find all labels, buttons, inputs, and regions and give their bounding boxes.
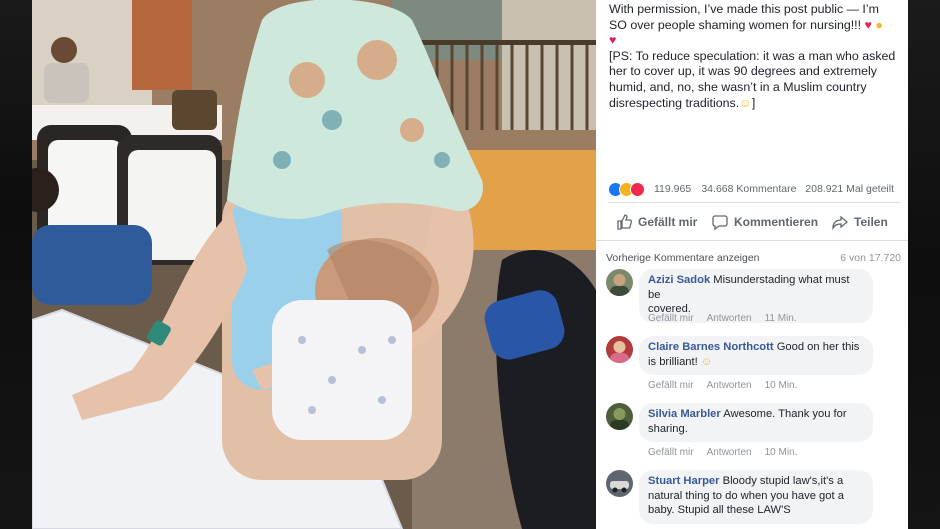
commenter-name[interactable]: Azizi Sadok	[648, 274, 710, 286]
comment-timestamp[interactable]: 11 Min.	[765, 313, 797, 324]
post-line-4: her to cover up, it was 90 degrees and e…	[609, 64, 877, 79]
post-actions: Gefällt mir Kommentieren Teilen	[608, 208, 900, 236]
like-button[interactable]: Gefällt mir	[616, 214, 697, 230]
post-heart-line: ♥	[609, 33, 901, 49]
heart-emoji-icon: ♥	[609, 33, 617, 48]
post-line-3: [PS: To reduce speculation: it was a man…	[609, 48, 896, 63]
reactions-bar: 119.965 34.668 Kommentare 208.921 Mal ge…	[608, 181, 900, 197]
comment-button[interactable]: Kommentieren	[712, 214, 818, 230]
person-avatar-icon	[610, 408, 629, 430]
comment-reply-link[interactable]: Antworten	[707, 380, 752, 391]
comment-text: Good on her this	[776, 341, 860, 353]
commenter-name[interactable]: Claire Barnes Northcott	[648, 341, 774, 353]
background-left	[0, 0, 32, 529]
post-text: With permission, I’ve made this post pub…	[609, 2, 901, 111]
comment-text: is brilliant!	[648, 355, 698, 368]
comment-bubble: Silvia Marbler Awesome. Thank you for sh…	[639, 403, 873, 442]
person-avatar-icon	[610, 341, 629, 363]
commenter-name[interactable]: Stuart Harper	[648, 475, 720, 487]
comment-text: natural thing to do when you have got a	[648, 489, 844, 502]
post-line-6: disrespecting traditions.☺]	[609, 95, 756, 110]
comment-actions: Gefällt mir Antworten 11 Min.	[648, 313, 810, 324]
post-photo[interactable]	[32, 0, 596, 529]
like-label: Gefällt mir	[638, 215, 698, 229]
comment-text: baby. Stupid all these LAW'S	[648, 504, 791, 516]
comment-like-link[interactable]: Gefällt mir	[648, 313, 694, 324]
share-label: Teilen	[854, 215, 888, 229]
smile-emoji-icon: ☺	[739, 95, 752, 110]
post-line-2: SO over people shaming women for nursing…	[609, 17, 883, 32]
background-right	[908, 0, 940, 529]
comment-bubble: Stuart Harper Bloody stupid law's,it's a…	[639, 470, 873, 524]
comment-text: Awesome. Thank you for	[723, 408, 847, 420]
car-avatar-icon	[610, 481, 629, 493]
yellow-emoji-icon: ●	[875, 17, 883, 32]
thumbs-up-icon	[617, 214, 632, 230]
comment-bubble: Claire Barnes Northcott Good on her this…	[639, 336, 873, 375]
previous-comments-link[interactable]: Vorherige Kommentare anzeigen	[606, 252, 760, 264]
avatar[interactable]	[606, 403, 633, 430]
comment-like-link[interactable]: Gefällt mir	[648, 380, 694, 391]
comment-timestamp[interactable]: 10 Min.	[765, 447, 798, 458]
comment-text: sharing.	[648, 422, 688, 435]
comments-count[interactable]: 34.668 Kommentare	[701, 183, 796, 195]
comment-share-counts: 34.668 Kommentare 208.921 Mal geteilt	[701, 183, 894, 195]
share-button[interactable]: Teilen	[832, 214, 888, 230]
share-icon	[832, 215, 848, 230]
shares-count[interactable]: 208.921 Mal geteilt	[805, 183, 894, 195]
comment-actions: Gefällt mir Antworten 10 Min.	[648, 380, 810, 391]
post-line-5: humid, and, no, she wasn’t in a Muslim c…	[609, 79, 867, 94]
comment-actions: Gefällt mir Antworten 10 Min.	[648, 447, 810, 458]
divider	[596, 240, 908, 241]
facebook-post-panel: With permission, I’ve made this post pub…	[596, 0, 908, 529]
love-reaction-icon	[630, 182, 645, 197]
reaction-icons[interactable]	[608, 182, 652, 197]
avatar[interactable]	[606, 336, 633, 363]
comment-label: Kommentieren	[734, 215, 819, 229]
post-line-1: With permission, I’ve made this post pub…	[609, 2, 879, 16]
avatar[interactable]	[606, 269, 633, 296]
comment-timestamp[interactable]: 10 Min.	[765, 380, 798, 391]
comment-reply-link[interactable]: Antworten	[707, 313, 752, 324]
person-avatar-icon	[610, 274, 629, 296]
comment-like-link[interactable]: Gefällt mir	[648, 447, 694, 458]
reaction-count[interactable]: 119.965	[654, 183, 691, 195]
comment-icon	[712, 215, 728, 230]
nursing-photo-illustration	[32, 0, 596, 529]
laughing-emoji-icon: ☺	[700, 355, 713, 368]
divider	[608, 202, 900, 203]
avatar[interactable]	[606, 470, 633, 497]
comment-reply-link[interactable]: Antworten	[707, 447, 752, 458]
commenter-name[interactable]: Silvia Marbler	[648, 408, 721, 420]
heart-emoji-icon: ♥	[864, 17, 872, 32]
comment-text: Bloody stupid law's,it's a	[722, 475, 844, 487]
comments-counter: 6 von 17.720	[840, 252, 901, 264]
